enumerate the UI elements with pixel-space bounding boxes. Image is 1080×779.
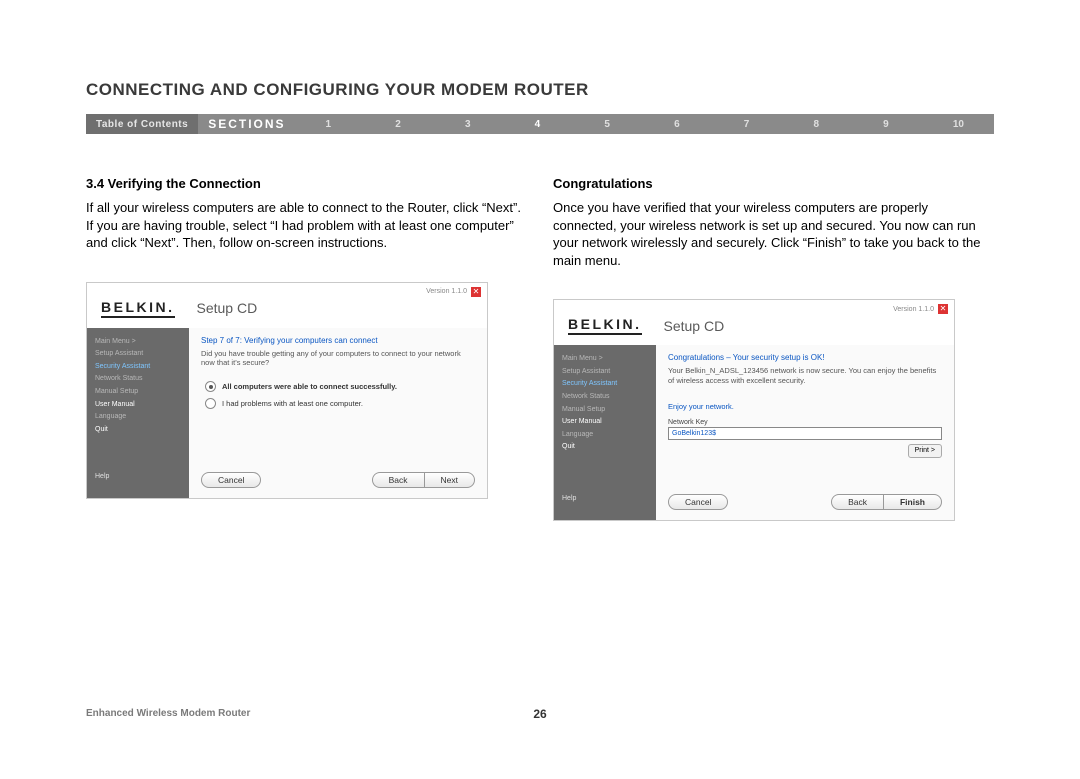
- section-nav-bar: Table of Contents SECTIONS 1 2 3 4 5 6 7…: [86, 114, 994, 134]
- setup-sidebar: Main Menu > Setup Assistant Security Ass…: [87, 328, 189, 498]
- page-number: 26: [533, 707, 546, 721]
- close-icon[interactable]: ✕: [938, 304, 948, 314]
- page-title: CONNECTING AND CONFIGURING YOUR MODEM RO…: [86, 80, 994, 100]
- sidebar-item-main-menu[interactable]: Main Menu >: [95, 336, 189, 349]
- sidebar-item-setup-assistant[interactable]: Setup Assistant: [95, 348, 189, 361]
- enjoy-text: Enjoy your network.: [668, 402, 942, 411]
- next-button[interactable]: Next: [424, 472, 475, 488]
- section-link-5[interactable]: 5: [594, 119, 620, 130]
- section-link-1[interactable]: 1: [316, 119, 342, 130]
- sidebar-item-quit[interactable]: Quit: [95, 424, 189, 437]
- sidebar-item-language[interactable]: Language: [562, 429, 656, 442]
- sidebar-item-help[interactable]: Help: [562, 493, 656, 514]
- version-label: Version 1.1.0: [426, 288, 467, 295]
- section-link-7[interactable]: 7: [734, 119, 760, 130]
- sidebar-item-user-manual[interactable]: User Manual: [562, 416, 656, 429]
- cancel-button[interactable]: Cancel: [668, 494, 728, 510]
- right-body: Once you have verified that your wireles…: [553, 199, 994, 269]
- network-key-value[interactable]: GoBelkin123$: [668, 427, 942, 440]
- print-button[interactable]: Print >: [908, 444, 942, 458]
- congrats-title: Congratulations – Your security setup is…: [668, 353, 942, 362]
- sidebar-item-help[interactable]: Help: [95, 471, 189, 492]
- sidebar-item-main-menu[interactable]: Main Menu >: [562, 353, 656, 366]
- left-heading: 3.4 Verifying the Connection: [86, 176, 527, 191]
- product-name: Enhanced Wireless Modem Router: [86, 708, 250, 719]
- finish-button[interactable]: Finish: [883, 494, 942, 510]
- back-button[interactable]: Back: [831, 494, 883, 510]
- page-footer: Enhanced Wireless Modem Router 26: [86, 708, 994, 719]
- sections-label: SECTIONS: [198, 114, 295, 134]
- setup-panel-congrats: Version 1.1.0 ✕ BELKIN. Setup CD Main Me…: [553, 299, 955, 521]
- radio-had-problems[interactable]: [205, 398, 216, 409]
- sidebar-item-security-assistant[interactable]: Security Assistant: [95, 361, 189, 374]
- network-key-label: Network Key: [668, 419, 942, 426]
- setup-sidebar: Main Menu > Setup Assistant Security Ass…: [554, 345, 656, 520]
- radio-all-success-label: All computers were able to connect succe…: [222, 382, 397, 391]
- sidebar-item-language[interactable]: Language: [95, 411, 189, 424]
- radio-all-success[interactable]: [205, 381, 216, 392]
- congrats-subtext: Your Belkin_N_ADSL_123456 network is now…: [668, 366, 942, 386]
- sidebar-item-network-status[interactable]: Network Status: [95, 373, 189, 386]
- section-link-3[interactable]: 3: [455, 119, 481, 130]
- section-link-8[interactable]: 8: [803, 119, 829, 130]
- cancel-button[interactable]: Cancel: [201, 472, 261, 488]
- sidebar-item-network-status[interactable]: Network Status: [562, 391, 656, 404]
- setup-cd-title: Setup CD: [197, 300, 258, 316]
- sidebar-item-manual-setup[interactable]: Manual Setup: [562, 404, 656, 417]
- sidebar-item-security-assistant[interactable]: Security Assistant: [562, 378, 656, 391]
- left-body: If all your wireless computers are able …: [86, 199, 527, 252]
- toc-link[interactable]: Table of Contents: [86, 114, 198, 134]
- step-title: Step 7 of 7: Verifying your computers ca…: [201, 336, 475, 345]
- right-heading: Congratulations: [553, 176, 994, 191]
- radio-had-problems-label: I had problems with at least one compute…: [222, 399, 363, 408]
- sidebar-item-manual-setup[interactable]: Manual Setup: [95, 386, 189, 399]
- section-link-6[interactable]: 6: [664, 119, 690, 130]
- sidebar-item-user-manual[interactable]: User Manual: [95, 399, 189, 412]
- section-link-2[interactable]: 2: [385, 119, 411, 130]
- setup-panel-verify: Version 1.1.0 ✕ BELKIN. Setup CD Main Me…: [86, 282, 488, 499]
- setup-cd-title: Setup CD: [664, 318, 725, 334]
- section-link-4[interactable]: 4: [525, 119, 551, 130]
- belkin-logo: BELKIN.: [568, 316, 642, 335]
- version-label: Version 1.1.0: [893, 306, 934, 313]
- section-link-9[interactable]: 9: [873, 119, 899, 130]
- close-icon[interactable]: ✕: [471, 287, 481, 297]
- belkin-logo: BELKIN.: [101, 299, 175, 318]
- step-subtext: Did you have trouble getting any of your…: [201, 349, 475, 369]
- sidebar-item-quit[interactable]: Quit: [562, 441, 656, 454]
- section-link-10[interactable]: 10: [943, 119, 974, 130]
- back-button[interactable]: Back: [372, 472, 424, 488]
- sidebar-item-setup-assistant[interactable]: Setup Assistant: [562, 366, 656, 379]
- section-numbers: 1 2 3 4 5 6 7 8 9 10: [296, 114, 994, 134]
